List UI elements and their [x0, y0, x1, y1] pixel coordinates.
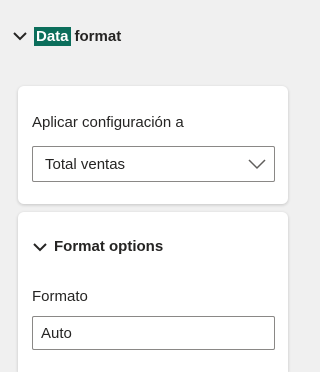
- format-options-header[interactable]: Format options: [32, 238, 163, 255]
- format-options-card: Format options Formato Auto: [18, 212, 288, 372]
- apply-settings-label: Aplicar configuración a: [32, 114, 184, 131]
- format-field-label: Formato: [32, 288, 88, 305]
- chevron-down-icon: [33, 242, 47, 251]
- apply-to-dropdown[interactable]: Total ventas: [32, 146, 275, 182]
- section-title-text: format: [74, 27, 122, 45]
- data-format-section-header[interactable]: Data format: [0, 0, 297, 72]
- apply-settings-card: Aplicar configuración a Total ventas: [18, 86, 288, 204]
- format-options-title: Format options: [54, 238, 164, 255]
- chevron-down-icon: [13, 32, 27, 41]
- format-input[interactable]: Auto: [32, 316, 275, 350]
- format-input-value: Auto: [41, 324, 72, 342]
- chevron-down-icon: [248, 159, 266, 170]
- section-title-highlight: Data: [34, 26, 71, 46]
- dropdown-selected-value: Total ventas: [45, 155, 126, 173]
